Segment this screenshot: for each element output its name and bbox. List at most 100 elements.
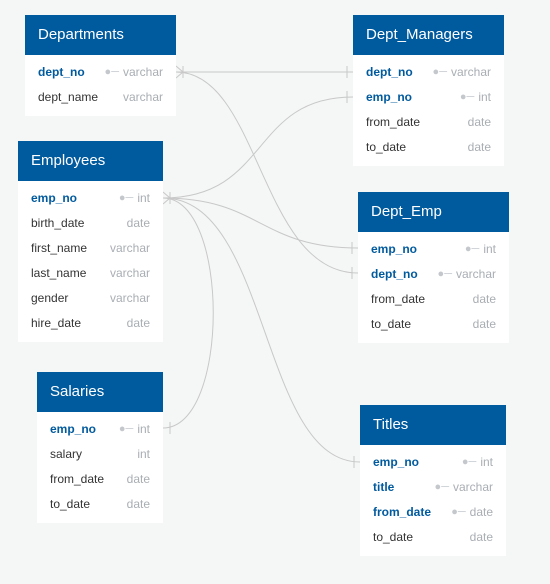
column-row[interactable]: birth_date date bbox=[18, 211, 163, 236]
table-salaries[interactable]: Salaries emp_no ●─ int salary int from_d… bbox=[37, 372, 163, 523]
table-header[interactable]: Salaries bbox=[37, 372, 163, 412]
link-employees-titles bbox=[162, 197, 361, 463]
table-dept-managers[interactable]: Dept_Managers dept_no ●─ varchar emp_no … bbox=[353, 15, 504, 166]
column-row[interactable]: title ●─ varchar bbox=[360, 475, 506, 500]
key-icon: ●─ bbox=[464, 243, 480, 255]
column-name: dept_no bbox=[371, 267, 418, 281]
column-name: first_name bbox=[31, 241, 88, 255]
column-name: from_date bbox=[366, 115, 421, 129]
column-row[interactable]: emp_no ●─ int bbox=[18, 186, 163, 211]
column-row[interactable]: from_date date bbox=[353, 110, 504, 135]
column-type: int bbox=[483, 242, 496, 256]
column-name: salary bbox=[50, 447, 83, 461]
column-type: int bbox=[478, 90, 491, 104]
column-row[interactable]: hire_date date bbox=[18, 311, 163, 336]
column-name: dept_name bbox=[38, 90, 99, 104]
column-type: date bbox=[467, 140, 491, 154]
column-type: date bbox=[126, 497, 150, 511]
column-row[interactable]: first_name varchar bbox=[18, 236, 163, 261]
column-name: gender bbox=[31, 291, 69, 305]
column-name: title bbox=[373, 480, 395, 494]
column-row[interactable]: to_date date bbox=[360, 525, 506, 550]
table-titles[interactable]: Titles emp_no ●─ int title ●─ varchar fr… bbox=[360, 405, 506, 556]
column-name: from_date bbox=[373, 505, 432, 519]
column-name: dept_no bbox=[38, 65, 85, 79]
column-row[interactable]: dept_no ●─ varchar bbox=[25, 60, 176, 85]
table-header[interactable]: Dept_Managers bbox=[353, 15, 504, 55]
column-type: varchar bbox=[109, 291, 150, 305]
column-row[interactable]: dept_name varchar bbox=[25, 85, 176, 110]
crowfoot-markers bbox=[162, 65, 355, 468]
column-type: int bbox=[480, 455, 493, 469]
link-employees-salaries bbox=[162, 197, 214, 429]
column-list: dept_no ●─ varchar dept_name varchar bbox=[25, 55, 176, 116]
column-row[interactable]: emp_no ●─ int bbox=[358, 237, 509, 262]
table-header[interactable]: Departments bbox=[25, 15, 176, 55]
table-header[interactable]: Dept_Emp bbox=[358, 192, 509, 232]
column-row[interactable]: salary int bbox=[37, 442, 163, 467]
link-employees-dept-managers bbox=[162, 96, 354, 199]
table-header[interactable]: Employees bbox=[18, 141, 163, 181]
column-type: date bbox=[126, 472, 150, 486]
column-type: date bbox=[469, 530, 493, 544]
column-name: hire_date bbox=[31, 316, 82, 330]
column-list: dept_no ●─ varchar emp_no ●─ int from_da… bbox=[353, 55, 504, 166]
column-row[interactable]: to_date date bbox=[358, 312, 509, 337]
column-name: last_name bbox=[31, 266, 87, 280]
column-list: emp_no ●─ int title ●─ varchar from_date… bbox=[360, 445, 506, 556]
column-name: emp_no bbox=[371, 242, 418, 256]
column-name: emp_no bbox=[50, 422, 97, 436]
column-name: to_date bbox=[371, 317, 412, 331]
column-list: emp_no ●─ int birth_date date first_name… bbox=[18, 181, 163, 342]
column-list: emp_no ●─ int salary int from_date date … bbox=[37, 412, 163, 523]
column-name: to_date bbox=[366, 140, 407, 154]
column-name: to_date bbox=[50, 497, 91, 511]
column-type: varchar bbox=[109, 266, 150, 280]
column-row[interactable]: from_date ●─ date bbox=[360, 500, 506, 525]
column-row[interactable]: emp_no ●─ int bbox=[37, 417, 163, 442]
column-type: date bbox=[469, 505, 493, 519]
table-employees[interactable]: Employees emp_no ●─ int birth_date date … bbox=[18, 141, 163, 342]
column-list: emp_no ●─ int dept_no ●─ varchar from_da… bbox=[358, 232, 509, 343]
column-name: to_date bbox=[373, 530, 414, 544]
key-icon: ●─ bbox=[437, 268, 452, 280]
table-dept-emp[interactable]: Dept_Emp emp_no ●─ int dept_no ●─ varcha… bbox=[358, 192, 509, 343]
column-type: date bbox=[126, 216, 150, 230]
key-icon: ●─ bbox=[461, 456, 477, 468]
key-icon: ●─ bbox=[451, 506, 466, 518]
column-name: from_date bbox=[50, 472, 105, 486]
column-type: varchar bbox=[109, 241, 150, 255]
column-row[interactable]: emp_no ●─ int bbox=[353, 85, 504, 110]
column-name: emp_no bbox=[31, 191, 78, 205]
column-row[interactable]: to_date date bbox=[353, 135, 504, 160]
column-row[interactable]: dept_no ●─ varchar bbox=[358, 262, 509, 287]
table-departments[interactable]: Departments dept_no ●─ varchar dept_name… bbox=[25, 15, 176, 116]
column-row[interactable]: gender varchar bbox=[18, 286, 163, 311]
column-name: dept_no bbox=[366, 65, 413, 79]
column-type: varchar bbox=[452, 480, 493, 494]
column-row[interactable]: emp_no ●─ int bbox=[360, 450, 506, 475]
key-icon: ●─ bbox=[459, 91, 475, 103]
column-row[interactable]: to_date date bbox=[37, 492, 163, 517]
column-type: date bbox=[472, 292, 496, 306]
column-row[interactable]: dept_no ●─ varchar bbox=[353, 60, 504, 85]
column-type: varchar bbox=[122, 90, 163, 104]
column-type: date bbox=[472, 317, 496, 331]
column-type: date bbox=[467, 115, 491, 129]
column-type: varchar bbox=[450, 65, 491, 79]
column-row[interactable]: last_name varchar bbox=[18, 261, 163, 286]
column-type: int bbox=[137, 422, 150, 436]
column-name: birth_date bbox=[31, 216, 85, 230]
key-icon: ●─ bbox=[118, 192, 134, 204]
key-icon: ●─ bbox=[434, 481, 449, 493]
column-type: varchar bbox=[455, 267, 496, 281]
key-icon: ●─ bbox=[432, 66, 447, 78]
column-type: varchar bbox=[122, 65, 163, 79]
table-header[interactable]: Titles bbox=[360, 405, 506, 445]
column-type: date bbox=[126, 316, 150, 330]
column-type: int bbox=[137, 191, 150, 205]
key-icon: ●─ bbox=[118, 423, 134, 435]
column-row[interactable]: from_date date bbox=[37, 467, 163, 492]
column-row[interactable]: from_date date bbox=[358, 287, 509, 312]
column-name: emp_no bbox=[366, 90, 413, 104]
